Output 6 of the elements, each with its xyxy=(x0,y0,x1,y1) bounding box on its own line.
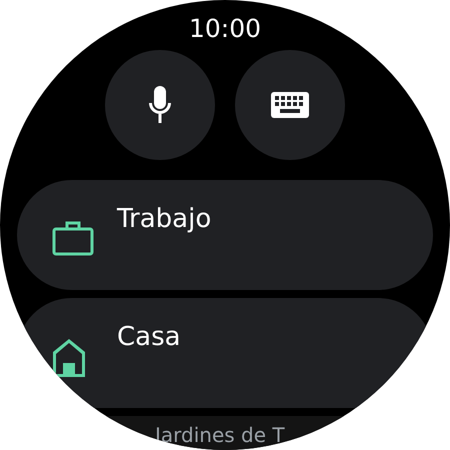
briefcase-icon xyxy=(52,220,94,256)
place-item[interactable]: Trabajo xyxy=(17,180,433,290)
keyboard-icon xyxy=(271,92,309,118)
clock-time: 10:00 xyxy=(188,14,262,43)
house-icon xyxy=(52,338,86,378)
microphone-icon xyxy=(147,86,173,124)
